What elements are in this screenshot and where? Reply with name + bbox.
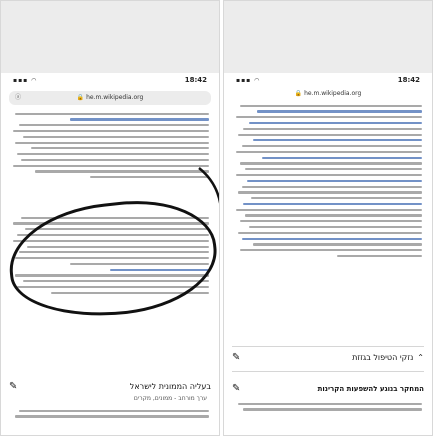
section-subtitle: ערך מורחב - ממונים, מקרים — [133, 395, 207, 402]
url-bar[interactable]: 🔒 he.m.wikipedia.org — [232, 87, 424, 101]
pencil-icon[interactable]: ✎ — [232, 352, 240, 363]
top-gray-area — [1, 1, 219, 73]
chevron-up-icon[interactable]: ⌃ — [417, 353, 424, 362]
lock-icon: 🔒 — [294, 90, 303, 97]
handwritten-stroke — [198, 167, 219, 205]
top-gray-area — [224, 1, 432, 73]
status-bar: ▪▪▪ ◠ 18:42 — [224, 74, 432, 88]
status-time: 18:42 — [397, 76, 420, 84]
section-header-research[interactable]: המחקר בנוגע להשפעות הקרינות ✎ — [232, 383, 424, 394]
section-header-aliya[interactable]: בעליה הממונית לישראל ✎ — [9, 381, 211, 392]
pencil-icon[interactable]: ✎ — [232, 383, 240, 394]
url-text: he.m.wikipedia.org — [304, 90, 362, 97]
right-phone-screenshot: ▪▪▪ ◠ 18:42 🔒 he.m.wikipedia.org ⌃ נזקי … — [223, 0, 433, 436]
url-bar[interactable]: ⓐ 🔒 he.m.wikipedia.org — [9, 91, 211, 105]
article-text-top — [11, 109, 209, 182]
pencil-icon[interactable]: ✎ — [9, 381, 17, 392]
section-title: נזקי הטיפול בגזזת — [352, 353, 414, 362]
section-header-damage[interactable]: ⌃ נזקי הטיפול בגזזת ✎ — [232, 352, 424, 363]
article-text-bottom — [234, 399, 422, 414]
status-time: 18:42 — [184, 76, 207, 84]
divider — [232, 346, 424, 347]
article-text-bottom — [11, 406, 209, 421]
signal-icon: ▪▪▪ ◠ — [13, 77, 38, 84]
subsection-title: המחקר בנוגע להשפעות הקרינות — [317, 384, 424, 393]
signal-icon: ▪▪▪ ◠ — [236, 77, 261, 84]
status-bar: ▪▪▪ ◠ 18:42 — [1, 74, 219, 88]
url-text: he.m.wikipedia.org — [86, 94, 144, 101]
article-text — [234, 101, 422, 261]
divider — [232, 371, 424, 372]
left-phone-screenshot: ▪▪▪ ◠ 18:42 ⓐ 🔒 he.m.wikipedia.org בעליה… — [0, 0, 220, 436]
reader-mode-icon[interactable]: ⓐ — [15, 91, 21, 105]
section-title: בעליה הממונית לישראל — [129, 382, 211, 391]
lock-icon: 🔒 — [76, 94, 85, 101]
